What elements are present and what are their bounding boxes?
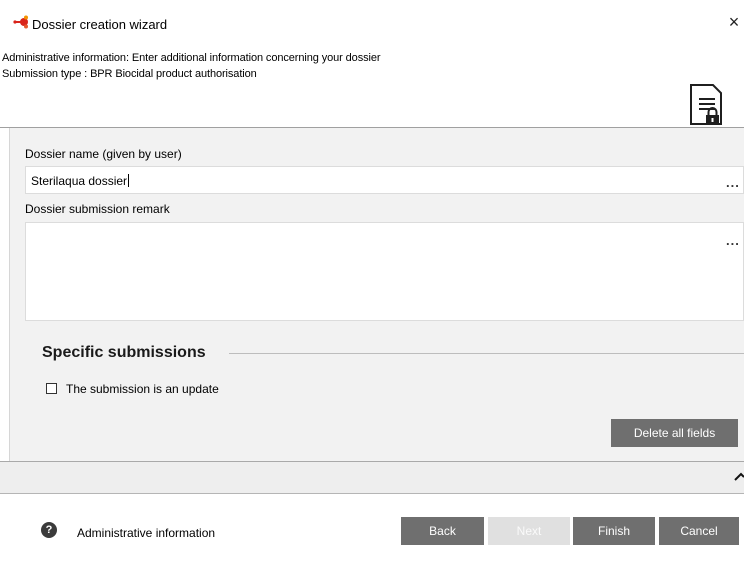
remark-more-button[interactable]: ... (726, 233, 740, 248)
header-submission-type: Submission type : BPR Biocidal product a… (2, 68, 257, 80)
wizard-app-icon (13, 15, 28, 29)
footer-divider (0, 493, 744, 494)
dossier-wizard-window: Dossier creation wizard × Administrative… (0, 0, 744, 563)
specific-submissions-heading: Specific submissions (42, 344, 206, 361)
form-panel: Dossier name (given by user) Sterilaqua … (9, 128, 744, 461)
dossier-name-more-button[interactable]: ... (726, 175, 740, 190)
collapse-bar[interactable] (0, 462, 744, 493)
header-instruction: Administrative information: Enter additi… (2, 52, 381, 64)
text-caret (128, 174, 130, 187)
delete-all-fields-button[interactable]: Delete all fields (611, 419, 738, 447)
remark-label: Dossier submission remark (25, 202, 170, 216)
remark-textarea[interactable]: ... (25, 222, 744, 321)
current-step-label: Administrative information (77, 526, 216, 540)
dossier-name-field[interactable]: Sterilaqua dossier ... (25, 166, 744, 194)
update-checkbox-label[interactable]: The submission is an update (66, 382, 219, 396)
cancel-button[interactable]: Cancel (659, 517, 739, 545)
panel-left-border (9, 128, 10, 461)
update-checkbox[interactable] (46, 383, 57, 394)
section-divider (229, 353, 744, 354)
wizard-header: Administrative information: Enter additi… (0, 30, 744, 127)
back-button[interactable]: Back (401, 517, 484, 545)
dossier-name-label: Dossier name (given by user) (25, 147, 182, 161)
title-bar: Dossier creation wizard × (0, 0, 744, 32)
chevron-up-icon[interactable] (734, 472, 744, 482)
close-button[interactable]: × (724, 12, 744, 32)
document-lock-icon (690, 84, 722, 125)
help-icon[interactable]: ? (41, 522, 57, 538)
finish-button[interactable]: Finish (573, 517, 655, 545)
dossier-name-value: Sterilaqua dossier (31, 174, 128, 188)
next-button: Next (488, 517, 570, 545)
